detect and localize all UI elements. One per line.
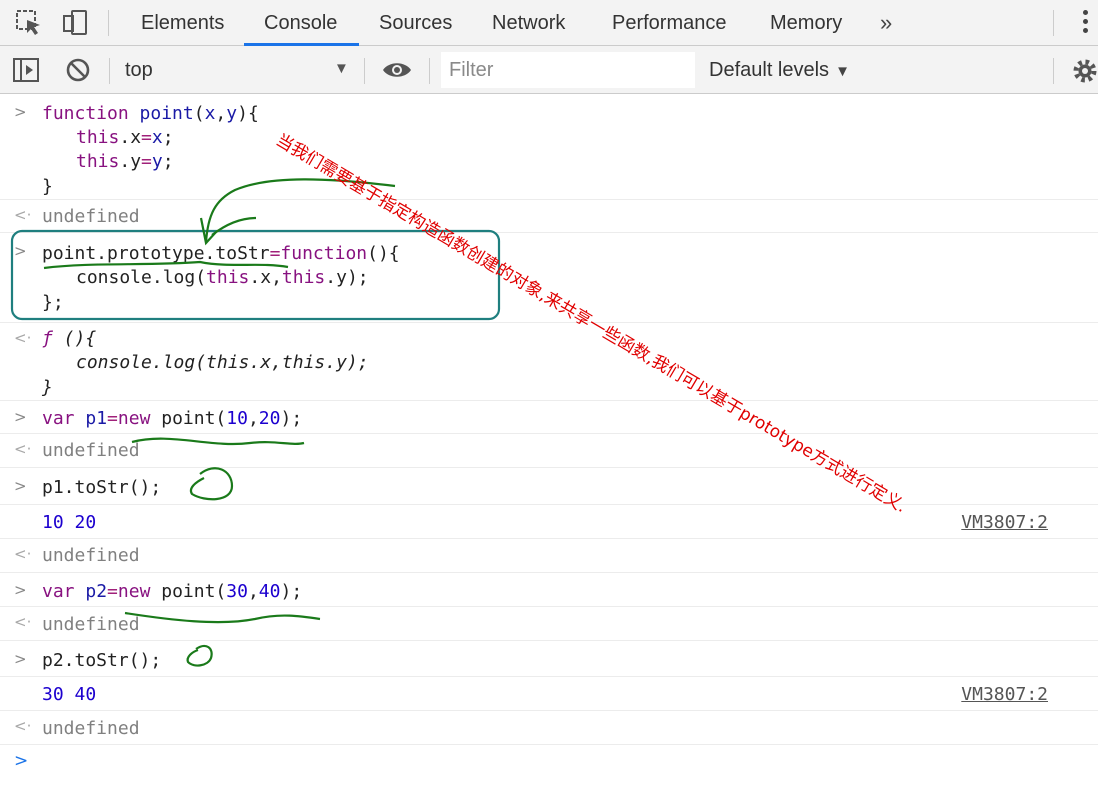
tabbar-divider-right — [1053, 10, 1054, 36]
code-line: var p2=new point(30,40); — [42, 581, 303, 602]
console-input-entry[interactable]: > function point(x,y){ this.x=x; this.y=… — [0, 94, 1098, 200]
prompt-caret-icon: > — [14, 751, 29, 771]
console-result-entry: <· undefined — [0, 711, 1098, 745]
console-messages: > function point(x,y){ this.x=x; this.y=… — [0, 94, 1098, 809]
context-dropdown-icon[interactable]: ▼ — [334, 60, 349, 77]
result-value: undefined — [42, 206, 140, 227]
toolbar-divider — [429, 58, 430, 84]
result-value: undefined — [42, 545, 140, 566]
console-result-entry: <· undefined — [0, 200, 1098, 233]
clear-console-icon[interactable] — [65, 57, 91, 83]
console-input-entry[interactable]: > var p2=new point(30,40); — [0, 573, 1098, 607]
result-value: undefined — [42, 440, 140, 461]
console-result-entry: <· undefined — [0, 607, 1098, 641]
code-line: var p1=new point(10,20); — [42, 408, 303, 429]
customize-menu-icon[interactable] — [1078, 10, 1092, 38]
result-prompt-icon: <· — [14, 613, 32, 631]
console-prompt-input[interactable]: > — [0, 745, 1098, 809]
filter-input[interactable] — [441, 52, 695, 88]
console-result-entry: <· undefined — [0, 434, 1098, 468]
log-levels-label: Default levels — [709, 59, 830, 81]
input-prompt-icon: > — [14, 650, 27, 668]
input-prompt-icon: > — [14, 408, 27, 426]
result-value: undefined — [42, 718, 140, 739]
console-input-entry[interactable]: > var p1=new point(10,20); — [0, 401, 1098, 434]
tab-elements[interactable]: Elements — [141, 0, 224, 46]
live-expression-eye-icon[interactable] — [381, 59, 413, 81]
tab-console[interactable]: Console — [264, 0, 337, 46]
toolbar-divider-right — [1053, 58, 1054, 84]
device-toolbar-icon[interactable] — [60, 8, 90, 38]
console-log-entry: 30 40 VM3807:2 — [0, 677, 1098, 711]
devtools-tabbar: Elements Console Sources Network Perform… — [0, 0, 1098, 46]
tab-performance[interactable]: Performance — [612, 0, 727, 46]
tab-memory[interactable]: Memory — [770, 0, 842, 46]
input-prompt-icon: > — [14, 477, 27, 495]
result-prompt-icon: <· — [14, 545, 32, 563]
code-line: } — [42, 176, 53, 197]
code-line: p1.toStr(); — [42, 477, 162, 498]
levels-dropdown-icon: ▼ — [835, 63, 850, 80]
show-sidebar-icon[interactable] — [12, 57, 40, 83]
code-line: console.log(this.x,this.y); — [76, 267, 369, 288]
inspect-element-icon[interactable] — [14, 8, 44, 38]
console-log-entry: 10 20 VM3807:2 — [0, 505, 1098, 539]
console-result-entry: <· undefined — [0, 539, 1098, 573]
filter-box — [441, 52, 695, 88]
log-output: 30 40 — [42, 684, 97, 705]
result-value: } — [42, 377, 53, 398]
console-settings-gear-icon[interactable] — [1071, 57, 1098, 84]
console-input-entry[interactable]: > p1.toStr(); — [0, 468, 1098, 505]
result-prompt-icon: <· — [14, 440, 32, 458]
input-prompt-icon: > — [14, 103, 27, 121]
console-result-entry: <· ƒ (){ console.log(this.x,this.y); } — [0, 323, 1098, 401]
result-prompt-icon: <· — [14, 717, 32, 735]
log-levels-dropdown[interactable]: Default levels ▼ — [709, 46, 850, 96]
code-line: this.x=x; — [76, 127, 174, 148]
log-output: 10 20 — [42, 512, 97, 533]
console-input-entry[interactable]: > p2.toStr(); — [0, 641, 1098, 677]
source-link[interactable]: VM3807:2 — [961, 682, 1048, 707]
tab-sources[interactable]: Sources — [379, 0, 452, 46]
more-tabs-button[interactable]: » — [880, 8, 892, 38]
code-line: this.y=y; — [76, 151, 174, 172]
result-value: console.log(this.x,this.y); — [76, 352, 369, 373]
tabbar-divider — [108, 10, 109, 36]
result-value: ƒ (){ — [42, 328, 97, 349]
execution-context-select[interactable]: top — [125, 46, 153, 94]
code-line: p2.toStr(); — [42, 650, 162, 671]
result-value: undefined — [42, 614, 140, 635]
input-prompt-icon: > — [14, 581, 27, 599]
result-prompt-icon: <· — [14, 329, 32, 347]
code-line: point.prototype.toStr=function(){ — [42, 243, 400, 264]
input-prompt-icon: > — [14, 242, 27, 260]
source-link[interactable]: VM3807:2 — [961, 510, 1048, 535]
toolbar-divider — [109, 58, 110, 84]
toolbar-divider — [364, 58, 365, 84]
result-prompt-icon: <· — [14, 206, 32, 224]
code-line: function point(x,y){ — [42, 103, 259, 124]
code-line: }; — [42, 292, 64, 313]
tab-network[interactable]: Network — [492, 0, 565, 46]
